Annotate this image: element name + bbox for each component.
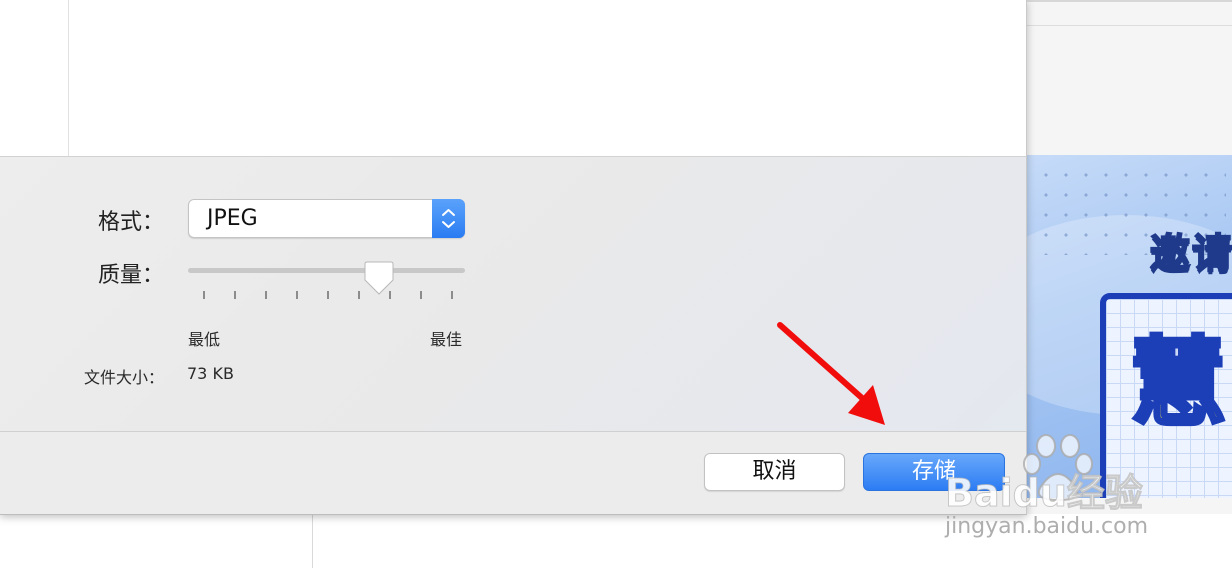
quality-slider-tick <box>420 291 422 299</box>
file-browser-area[interactable] <box>0 0 1026 157</box>
quality-slider-tick <box>451 291 453 299</box>
quality-slider-tick <box>265 291 267 299</box>
format-label: 格式： <box>97 210 164 235</box>
quality-slider-track[interactable] <box>188 268 465 273</box>
quality-slider-tick <box>296 291 298 299</box>
quality-slider-tick <box>203 291 205 299</box>
watermark-brand: Baidu经验 <box>945 471 1144 516</box>
quality-slider-tick <box>234 291 236 299</box>
quality-min-label: 最低 <box>188 330 221 349</box>
poster-title: 邀请 <box>1149 230 1232 278</box>
format-select[interactable]: JPEG <box>188 199 465 238</box>
window-edge <box>1026 0 1232 2</box>
format-select-value: JPEG <box>207 206 258 231</box>
quality-label: 质量： <box>97 263 164 288</box>
background-column-divider <box>312 514 313 568</box>
file-size-value: 73 KB <box>187 364 234 383</box>
cancel-button[interactable]: 取消 <box>704 453 845 491</box>
chevron-up-down-icon <box>442 209 455 228</box>
quality-slider-tick <box>327 291 329 299</box>
quality-max-label: 最佳 <box>430 330 463 349</box>
toolbar-divider <box>1026 25 1232 26</box>
annotation-arrow-icon <box>777 322 885 425</box>
quality-slider-tick <box>358 291 360 299</box>
watermark-url: jingyan.baidu.com <box>945 514 1149 539</box>
browser-column-divider[interactable] <box>68 0 69 156</box>
file-size-label: 文件大小： <box>84 368 165 387</box>
select-stepper-icon[interactable] <box>432 199 465 238</box>
screen: 邀请 慧 格式： JPEG 质量： 最低 最佳 文件大小： 73 KB 取消 存… <box>0 0 1232 568</box>
quality-slider-thumb[interactable] <box>363 260 395 296</box>
poster-board-character: 慧 <box>1128 327 1228 439</box>
